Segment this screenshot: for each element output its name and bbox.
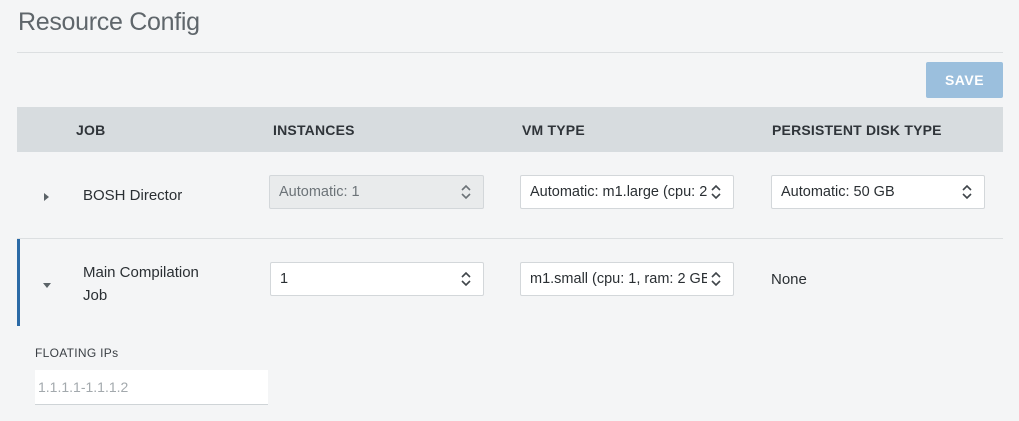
persistent-disk-type-select[interactable]: Automatic: 50 GB bbox=[771, 175, 985, 209]
job-name: BOSH Director bbox=[83, 187, 183, 204]
job-name: Main Compilation Job bbox=[83, 261, 199, 307]
table-row: Main Compilation Job 1 m1.small (cpu: 1,… bbox=[17, 238, 1003, 326]
caret-right-icon[interactable] bbox=[44, 193, 49, 201]
page-title: Resource Config bbox=[18, 8, 200, 36]
job-name-line-1: Main Compilation bbox=[83, 264, 199, 281]
column-header-job: JOB bbox=[76, 122, 106, 138]
save-button[interactable]: SAVE bbox=[926, 62, 1003, 98]
chevron-up-down-icon bbox=[461, 184, 471, 200]
floating-ips-label: FLOATING IPs bbox=[35, 346, 119, 360]
instances-select[interactable]: 1 bbox=[270, 262, 484, 296]
persistent-disk-type-value: Automatic: 50 GB bbox=[781, 184, 895, 200]
column-header-vm-type: VM TYPE bbox=[522, 122, 585, 138]
instances-value: 1 bbox=[280, 271, 289, 287]
job-name-line-2: Job bbox=[83, 287, 108, 304]
selected-row-indicator bbox=[17, 239, 20, 326]
column-header-instances: INSTANCES bbox=[273, 122, 355, 138]
instances-select[interactable]: Automatic: 1 bbox=[269, 175, 484, 209]
vm-type-value: Automatic: m1.large (cpu: 2, ram: 4 GB, … bbox=[530, 184, 707, 200]
vm-type-value: m1.small (cpu: 1, ram: 2 GB, disk: 8 GB) bbox=[530, 271, 707, 287]
persistent-disk-type-value: None bbox=[771, 271, 807, 288]
chevron-up-down-icon bbox=[461, 271, 471, 287]
floating-ips-input[interactable] bbox=[35, 370, 268, 405]
column-header-persistent-disk-type: PERSISTENT DISK TYPE bbox=[772, 122, 942, 138]
chevron-up-down-icon bbox=[711, 271, 721, 287]
chevron-up-down-icon bbox=[962, 184, 972, 200]
table-header: JOB INSTANCES VM TYPE PERSISTENT DISK TY… bbox=[17, 107, 1003, 152]
chevron-up-down-icon bbox=[711, 184, 721, 200]
title-divider bbox=[17, 52, 1003, 53]
vm-type-select[interactable]: Automatic: m1.large (cpu: 2, ram: 4 GB, … bbox=[520, 175, 734, 209]
caret-down-icon[interactable] bbox=[43, 283, 51, 288]
instances-value: Automatic: 1 bbox=[279, 184, 360, 200]
vm-type-select[interactable]: m1.small (cpu: 1, ram: 2 GB, disk: 8 GB) bbox=[520, 262, 734, 296]
table-row: BOSH Director Automatic: 1 Automatic: m1… bbox=[17, 152, 1003, 238]
